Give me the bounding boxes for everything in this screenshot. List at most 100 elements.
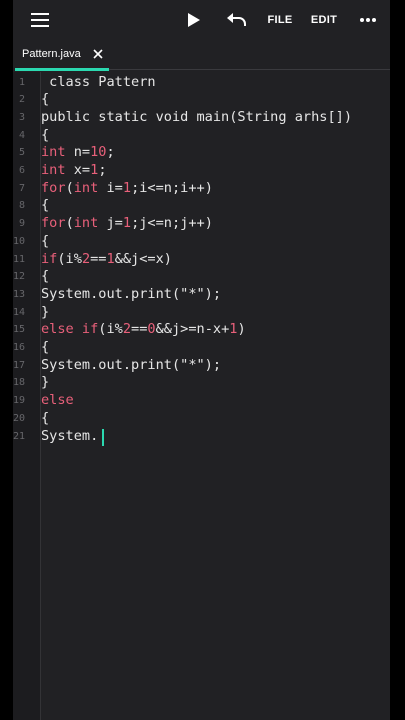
- line-number: 16: [13, 342, 26, 353]
- code-token: System.out.print("*");: [41, 356, 222, 373]
- code-line[interactable]: 17 System.out.print("*");: [13, 357, 390, 375]
- code-text: }: [41, 374, 49, 392]
- code-text: {: [41, 91, 49, 109]
- file-tab-bar: Pattern.java: [13, 42, 390, 72]
- code-line[interactable]: 18}: [13, 374, 390, 392]
- keyword-token: for: [41, 179, 66, 196]
- code-token: (i%: [98, 321, 123, 338]
- number-token: 0: [147, 321, 156, 338]
- more-dots-icon[interactable]: [357, 0, 379, 40]
- code-line[interactable]: 7 for(int i=1;i<=n;i++): [13, 180, 390, 198]
- code-text: {: [41, 197, 49, 215]
- code-token: {: [41, 268, 50, 285]
- code-text: {: [41, 233, 49, 251]
- code-line[interactable]: 10 {: [13, 233, 390, 251]
- tab-pattern-java[interactable]: Pattern.java: [13, 42, 109, 72]
- code-token: (: [65, 215, 74, 232]
- code-line[interactable]: 8{: [13, 197, 390, 215]
- code-line[interactable]: 4{: [13, 127, 390, 145]
- code-text: for(int i=1;i<=n;i++): [41, 180, 213, 198]
- play-icon[interactable]: [183, 0, 205, 40]
- code-line[interactable]: 15 else if(i%2==0&&j>=n-x+1): [13, 321, 390, 339]
- code-token: {: [41, 126, 50, 143]
- code-line[interactable]: 21 System.: [13, 428, 390, 446]
- code-token: }: [41, 303, 50, 320]
- code-token: ): [237, 321, 246, 338]
- hamburger-menu-icon[interactable]: [27, 0, 53, 40]
- code-token: j=: [98, 215, 123, 232]
- code-token: {: [41, 339, 50, 355]
- code-token: System.out.print("*");: [41, 285, 222, 302]
- number-token: 1: [122, 215, 132, 232]
- line-number: 5: [18, 147, 25, 159]
- code-line[interactable]: 16 {: [13, 339, 390, 357]
- code-line[interactable]: 13 System.out.print("*");: [13, 286, 390, 304]
- code-token: ;: [98, 162, 107, 178]
- number-token: 2: [81, 250, 91, 267]
- code-text: {: [41, 127, 49, 145]
- line-number: 21: [13, 430, 26, 442]
- keyword-token: if: [41, 250, 58, 267]
- code-token: System.: [41, 427, 99, 444]
- code-line[interactable]: 11 if(i%2==1&&j<=x): [13, 251, 390, 269]
- code-line[interactable]: 9 for(int j=1;j<=n;j++): [13, 215, 390, 233]
- code-line[interactable]: 14}: [13, 304, 390, 322]
- keyword-token: int: [73, 215, 99, 232]
- code-text: int x=1;: [41, 162, 107, 180]
- code-token: (: [65, 179, 74, 196]
- code-token: {: [41, 409, 50, 426]
- keyword-token: int: [73, 179, 99, 196]
- code-token: {: [41, 197, 50, 214]
- code-text: for(int j=1;j<=n;j++): [41, 215, 213, 233]
- line-number: 18: [13, 377, 26, 389]
- code-token: (i%: [57, 250, 82, 267]
- number-token: 10: [90, 144, 107, 161]
- code-text: if(i%2==1&&j<=x): [41, 251, 172, 269]
- undo-icon[interactable]: [224, 0, 250, 40]
- code-line[interactable]: 5 int n=10;: [13, 144, 390, 162]
- edit-menu-button[interactable]: EDIT: [309, 0, 339, 40]
- tab-label: Pattern.java: [22, 48, 81, 60]
- close-icon[interactable]: [91, 47, 105, 61]
- code-line[interactable]: 1 class Pattern: [13, 74, 390, 92]
- code-text: {: [41, 268, 49, 286]
- code-line[interactable]: 6 int x=1;: [13, 162, 390, 180]
- code-line[interactable]: 2{: [13, 91, 390, 109]
- number-token: 2: [122, 321, 132, 338]
- code-token: ;: [106, 144, 115, 161]
- code-token: ==: [90, 250, 107, 267]
- number-token: 1: [106, 250, 115, 267]
- code-token: class Pattern: [41, 73, 156, 90]
- keyword-token: int: [41, 144, 66, 161]
- code-text: }: [41, 304, 49, 322]
- line-number: 12: [13, 271, 26, 283]
- code-text: class Pattern: [41, 73, 156, 92]
- line-number: 15: [13, 324, 26, 336]
- code-token: &&j<=x): [114, 250, 172, 267]
- code-line[interactable]: 20 {: [13, 410, 390, 428]
- toolbar: FILE EDIT: [13, 0, 390, 40]
- code-token: ==: [131, 321, 148, 338]
- line-number: 1: [18, 76, 25, 88]
- tab-bar-divider: [109, 69, 390, 70]
- code-text: int n=10;: [41, 144, 115, 162]
- code-token: i=: [98, 179, 123, 196]
- line-number: 17: [13, 359, 26, 371]
- code-text: public static void main(String arhs[]): [41, 109, 352, 127]
- code-line[interactable]: 12 {: [13, 268, 390, 286]
- code-text: System.out.print("*");: [41, 286, 221, 304]
- line-number: 8: [18, 200, 25, 212]
- keyword-token: else: [41, 392, 74, 409]
- code-line[interactable]: 3 public static void main(String arhs[]): [13, 109, 390, 127]
- code-line[interactable]: 19 else: [13, 392, 390, 410]
- code-token: }: [41, 374, 50, 391]
- code-token: &&j>=n-x+: [155, 321, 230, 338]
- editor-screen: FILE EDIT Pattern.java 1 class Pattern 2{…: [13, 0, 390, 720]
- code-text: System.: [41, 428, 98, 446]
- file-menu-button[interactable]: FILE: [266, 0, 294, 40]
- code-token: x=: [65, 162, 91, 178]
- line-number: 10: [13, 235, 26, 247]
- code-text: {: [41, 410, 49, 428]
- code-token: ;i<=n;i++): [131, 179, 213, 196]
- keyword-token: else if: [41, 321, 99, 338]
